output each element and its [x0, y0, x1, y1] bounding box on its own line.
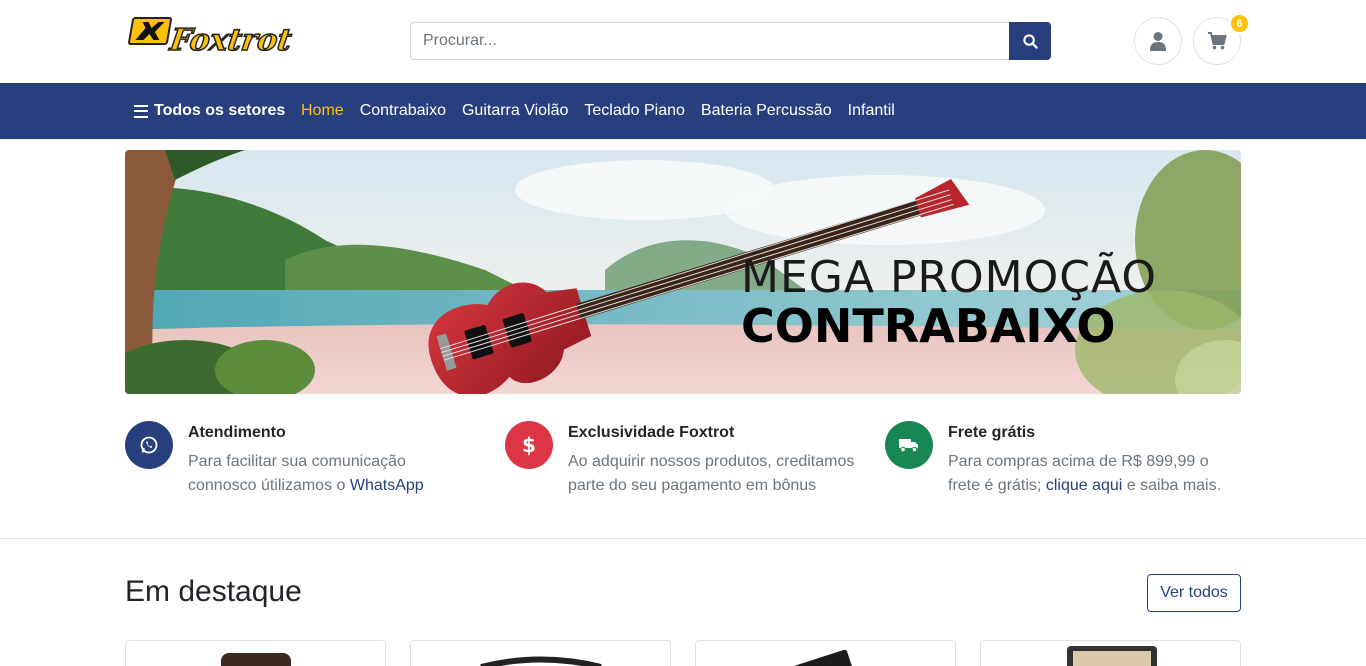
- foxtrot-logo[interactable]: Foxtrot: [126, 14, 296, 62]
- banner-headline-1: MEGA PROMOÇÃO: [741, 251, 1157, 303]
- feature-title: Frete grátis: [948, 424, 1036, 441]
- all-departments-menu[interactable]: Todos os setores: [134, 101, 285, 121]
- search-input[interactable]: [410, 22, 1010, 60]
- feature-atendimento: Atendimento Para facilitar sua comunicaç…: [125, 421, 465, 531]
- search-form: [410, 22, 1051, 60]
- product-card[interactable]: [980, 640, 1241, 666]
- dollar-icon: $: [505, 421, 553, 469]
- product-card[interactable]: [410, 640, 671, 666]
- nav-links: Home Contrabaixo Guitarra Violão Teclado…: [301, 101, 911, 121]
- see-all-button[interactable]: Ver todos: [1147, 574, 1241, 612]
- banner-headline-2: CONTRABAIXO: [741, 299, 1115, 353]
- nav-link-guitarra-violao[interactable]: Guitarra Violão: [462, 102, 568, 120]
- hamburger-icon: [134, 104, 148, 118]
- cart-icon: [1208, 32, 1227, 50]
- product-card[interactable]: [125, 640, 386, 666]
- promo-banner[interactable]: MEGA PROMOÇÃO CONTRABAIXO: [125, 150, 1241, 394]
- truck-icon: [885, 421, 933, 469]
- nav-link-bateria-percussao[interactable]: Bateria Percussão: [701, 102, 832, 120]
- nav-link-teclado-piano[interactable]: Teclado Piano: [584, 102, 685, 120]
- all-departments-label: Todos os setores: [154, 102, 286, 119]
- nav-link-home[interactable]: Home: [301, 102, 344, 120]
- nav-link-infantil[interactable]: Infantil: [848, 102, 895, 120]
- whatsapp-link[interactable]: WhatsApp: [350, 477, 424, 494]
- feature-description: Para compras acima de R$ 899,99 o frete …: [948, 453, 1222, 494]
- svg-text:Foxtrot: Foxtrot: [167, 23, 294, 58]
- feature-title: Exclusividade Foxtrot: [568, 424, 735, 441]
- main-navigation: Todos os setores Home Contrabaixo Guitar…: [0, 83, 1366, 139]
- feature-exclusividade: $ Exclusividade Foxtrot Ao adquirir noss…: [505, 421, 865, 531]
- whatsapp-icon: [125, 421, 173, 469]
- section-divider: [0, 538, 1366, 539]
- feature-title: Atendimento: [188, 424, 286, 441]
- feature-frete-gratis: Frete grátis Para compras acima de R$ 89…: [885, 421, 1241, 531]
- user-icon: [1150, 32, 1166, 51]
- nav-link-contrabaixo[interactable]: Contrabaixo: [360, 102, 446, 120]
- search-button[interactable]: [1009, 22, 1051, 60]
- product-card[interactable]: [695, 640, 956, 666]
- feature-description: Ao adquirir nossos produtos, creditamos …: [568, 453, 855, 494]
- feature-description: Para facilitar sua comunicação connosco …: [188, 453, 424, 494]
- site-header: Foxtrot 6: [0, 0, 1366, 83]
- shipping-info-link[interactable]: clique aqui: [1046, 477, 1123, 494]
- search-icon: [1022, 33, 1038, 49]
- account-button[interactable]: [1134, 17, 1182, 65]
- cart-count-badge: 6: [1229, 13, 1250, 34]
- featured-section-title: Em destaque: [125, 575, 302, 608]
